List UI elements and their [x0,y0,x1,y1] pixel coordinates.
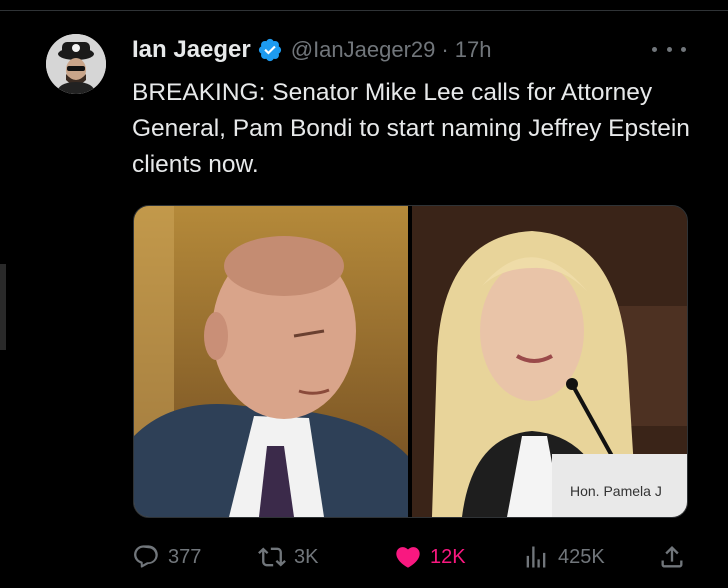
tweet-media[interactable]: Hon. Pamela J [133,205,688,518]
share-button[interactable] [658,540,694,574]
verified-badge-icon[interactable] [257,37,283,63]
more-icon[interactable] [652,38,686,60]
author-handle[interactable]: @IanJaeger29 [291,37,436,63]
repost-icon [258,547,286,567]
reply-count: 377 [168,545,202,568]
views-button[interactable]: 425K [522,540,605,574]
nameplate-text: Hon. Pamela J [570,483,662,499]
views-icon [526,546,546,568]
tweet-header: Ian Jaeger @IanJaeger29 · 17h [132,34,491,66]
media-photo-mike-lee[interactable] [134,206,408,517]
views-count: 425K [558,545,605,568]
top-divider [0,10,728,11]
tweet-actions: 377 3K 12K 425K [132,540,692,574]
avatar[interactable] [46,34,106,94]
separator-dot: · [441,37,449,62]
avatar-image [46,34,106,94]
heart-icon [396,547,420,568]
like-count: 12K [430,545,466,568]
repost-button[interactable]: 3K [258,540,318,574]
timestamp[interactable]: 17h [455,37,492,63]
reply-icon [134,545,158,568]
reply-button[interactable]: 377 [132,540,201,574]
tweet-text: BREAKING: Senator Mike Lee calls for Att… [132,79,690,178]
share-icon [661,546,683,568]
like-button[interactable]: 12K [394,540,466,574]
author-name[interactable]: Ian Jaeger [132,36,251,64]
media-photo-pam-bondi[interactable]: Hon. Pamela J [412,206,687,517]
left-edge-rule [0,264,6,350]
repost-count: 3K [294,545,319,568]
